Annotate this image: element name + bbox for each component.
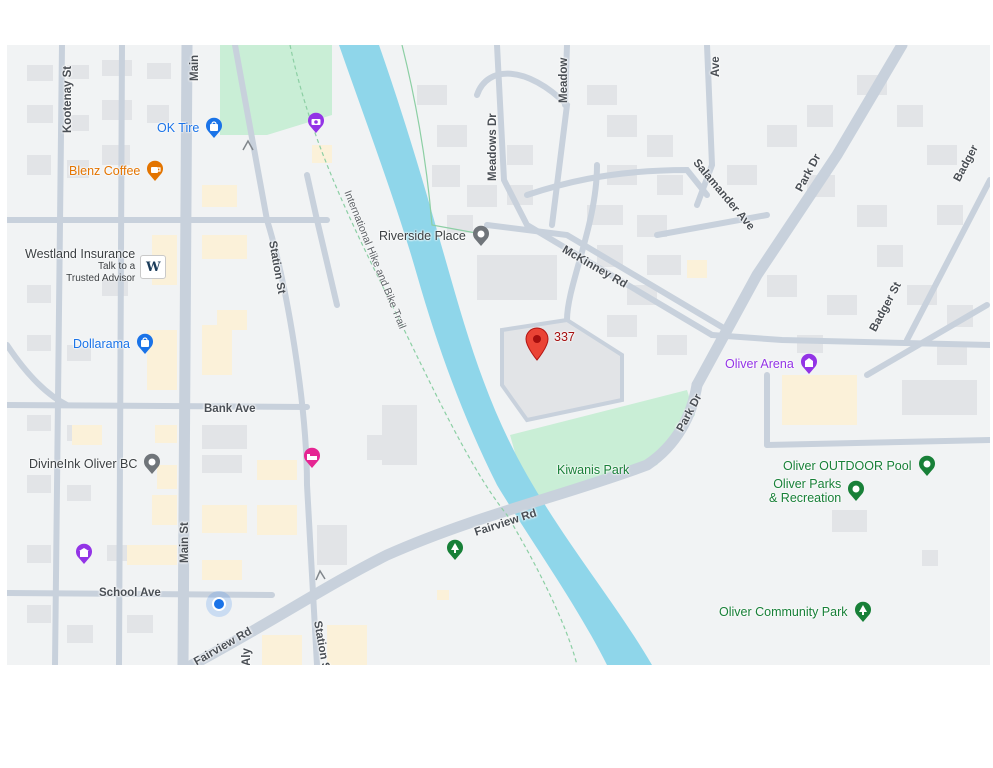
park-dot-icon (917, 455, 937, 477)
poi-oliver-arena-label: Oliver Arena (725, 357, 794, 371)
road-arrow-bottom (315, 569, 326, 581)
tree-icon (853, 601, 873, 623)
poi-kiwanis-park[interactable]: Kiwanis Park (557, 463, 629, 477)
poi-riverside-place[interactable]: Riverside Place (379, 225, 491, 247)
street-meadow-top: Meadow (558, 57, 570, 103)
poi-oliver-arena[interactable]: Oliver Arena (725, 353, 819, 375)
street-kootenay-st: Kootenay St (62, 65, 74, 133)
poi-community-park-label: Oliver Community Park (719, 605, 848, 619)
poi-blenz-coffee-label: Blenz Coffee (69, 164, 141, 178)
poi-parks-line2: & Recreation (769, 491, 842, 505)
coffee-cup-icon (145, 160, 165, 182)
westland-text: Westland Insurance Talk to a Trusted Adv… (25, 247, 135, 285)
poi-kiwanis-label: Kiwanis Park (557, 463, 630, 477)
red-pin-icon (525, 327, 549, 361)
location-dot-icon (471, 225, 491, 247)
poi-blenz-coffee[interactable]: Blenz Coffee (69, 160, 165, 182)
poi-oliver-parks-recreation[interactable]: Oliver Parks & Recreation (769, 477, 866, 505)
poi-divineink[interactable]: DivineInk Oliver BC (29, 453, 162, 475)
poi-ok-tire[interactable]: OK Tire (157, 117, 224, 139)
westland-sub-line2: Trusted Advisor (66, 273, 136, 284)
current-location-dot[interactable] (212, 597, 226, 611)
poi-oliver-community-park[interactable]: Oliver Community Park (719, 601, 873, 623)
poi-parks-line1: Oliver Parks (773, 477, 842, 491)
shopping-bag-icon (204, 117, 224, 139)
westland-logo-icon: W (140, 255, 167, 279)
poi-dollarama[interactable]: Dollarama (73, 333, 155, 355)
dropped-pin[interactable]: 337 (525, 327, 575, 361)
street-main-st: Main St (179, 522, 191, 563)
shopping-bag-icon (135, 333, 155, 355)
museum-icon[interactable] (74, 543, 94, 565)
poi-riverside-label: Riverside Place (379, 229, 466, 243)
street-aly: Aly (241, 648, 253, 665)
arena-icon (799, 353, 819, 375)
dropped-pin-label: 337 (554, 330, 575, 344)
poi-oliver-outdoor-pool[interactable]: Oliver OUTDOOR Pool (783, 455, 937, 477)
park-dot-icon (846, 480, 866, 502)
street-main-st-top: Main (189, 54, 201, 81)
poi-westland-label: Westland Insurance (25, 247, 136, 261)
arena-building (787, 380, 857, 422)
tree-icon[interactable] (445, 539, 465, 561)
westland-sub-line1: Talk to a (98, 261, 136, 272)
camera-icon[interactable] (306, 112, 326, 134)
parks-rec-text: Oliver Parks & Recreation (769, 477, 841, 505)
location-dot-icon (142, 453, 162, 475)
poi-pool-label: Oliver OUTDOOR Pool (783, 459, 912, 473)
poi-divineink-label: DivineInk Oliver BC (29, 457, 138, 471)
poi-dollarama-label: Dollarama (73, 337, 130, 351)
map-frame[interactable]: Kootenay St Main Main St Station St Stat… (7, 45, 990, 665)
bed-icon[interactable] (302, 447, 322, 469)
street-bank-ave: Bank Ave (204, 403, 256, 415)
street-ave-top: Ave (710, 56, 722, 77)
poi-westland-insurance[interactable]: Westland Insurance Talk to a Trusted Adv… (25, 247, 167, 285)
poi-ok-tire-label: OK Tire (157, 121, 200, 135)
street-meadows-dr: Meadows Dr (487, 113, 499, 181)
street-school-ave: School Ave (99, 587, 161, 599)
